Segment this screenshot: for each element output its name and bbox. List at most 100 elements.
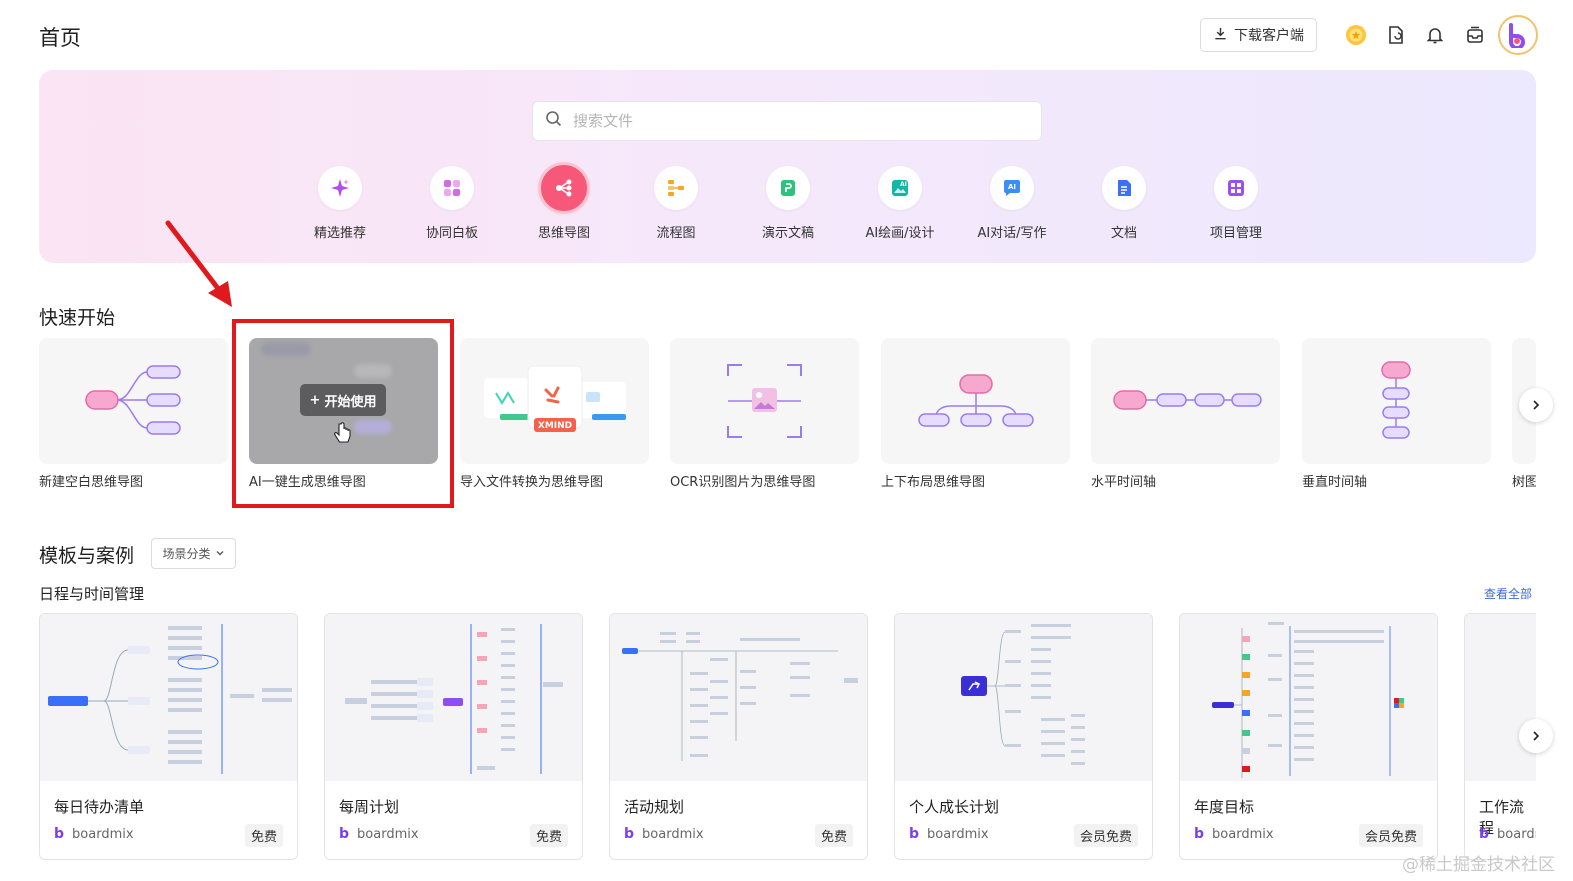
quick-card-label: 导入文件转换为思维导图 xyxy=(460,475,604,490)
annotation-arrow xyxy=(165,220,232,307)
boardmix-logo-icon: b xyxy=(1479,826,1490,842)
template-card[interactable]: 活动规划 b boardmix 免费 xyxy=(609,613,868,860)
xmind-badge: XMIND xyxy=(538,421,572,431)
quick-card-label: 垂直时间轴 xyxy=(1302,475,1368,490)
topdown-preview xyxy=(918,374,1034,427)
ocr-preview xyxy=(727,364,802,438)
quick-card-label: 上下布局思维导图 xyxy=(881,475,986,490)
category-ai-paint[interactable]: AI AI绘画/设计 xyxy=(855,166,945,241)
boardmix-logo-icon: b xyxy=(339,826,350,842)
ai-paint-icon: AI xyxy=(878,166,922,210)
search-box[interactable] xyxy=(532,101,1042,141)
quick-card-blank-mindmap[interactable] xyxy=(39,338,228,464)
template-name: 活动规划 xyxy=(624,798,685,816)
subsection-title: 日程与时间管理 xyxy=(39,585,145,603)
template-author: bboardmix xyxy=(54,826,134,842)
quick-card-label: 树图 xyxy=(1512,475,1536,490)
template-price-badge: 会员免费 xyxy=(1358,824,1423,847)
download-client-button[interactable]: 下载客户端 xyxy=(1200,18,1317,52)
mindmap-preview xyxy=(85,365,181,435)
file-sync-icon[interactable] xyxy=(1385,24,1407,46)
vertical-timeline-preview xyxy=(1381,361,1411,439)
kanban-icon xyxy=(1214,166,1258,210)
boardmix-logo-icon: b xyxy=(909,826,920,842)
view-all-link[interactable]: 查看全部 xyxy=(1484,585,1532,602)
category-ai-chat[interactable]: AI AI对话/写作 xyxy=(967,166,1057,241)
template-card[interactable]: 每日待办清单 b boardmix 免费 xyxy=(39,613,298,860)
template-thumbnail xyxy=(325,614,582,781)
category-label: 项目管理 xyxy=(1209,226,1262,241)
category-project[interactable]: 项目管理 xyxy=(1191,166,1281,241)
category-presentation[interactable]: 演示文稿 xyxy=(743,166,833,241)
flowchart-icon xyxy=(654,166,698,210)
avatar[interactable] xyxy=(1498,15,1538,55)
horizontal-timeline-preview xyxy=(1113,390,1262,410)
boardmix-logo-icon: b xyxy=(1194,826,1205,842)
category-label: 精选推荐 xyxy=(313,226,366,241)
chevron-right-icon xyxy=(1530,727,1542,746)
bell-icon[interactable] xyxy=(1424,24,1446,46)
template-name: 每周计划 xyxy=(339,798,400,816)
coin-icon[interactable] xyxy=(1345,24,1367,46)
template-name: 每日待办清单 xyxy=(54,798,145,816)
scene-filter-label: 场景分类 xyxy=(162,547,211,561)
svg-text:AI: AI xyxy=(900,181,907,188)
category-label: 思维导图 xyxy=(537,226,590,241)
boardmix-logo-icon: b xyxy=(624,826,635,842)
quick-card-topdown[interactable] xyxy=(881,338,1070,464)
template-author: bboardmix xyxy=(1194,826,1274,842)
ai-chat-icon: AI xyxy=(990,166,1034,210)
document-icon xyxy=(1102,166,1146,210)
category-featured[interactable]: 精选推荐 xyxy=(295,166,385,241)
search-input[interactable] xyxy=(573,112,993,130)
whiteboard-icon xyxy=(430,166,474,210)
template-thumbnail xyxy=(1465,614,1536,781)
quick-card-label: OCR识别图片为思维导图 xyxy=(670,475,816,490)
quick-start-title: 快速开始 xyxy=(39,307,116,329)
chevron-down-icon xyxy=(215,547,225,561)
template-card[interactable]: 每周计划 b boardmix 免费 xyxy=(324,613,583,860)
template-name: 年度目标 xyxy=(1194,798,1255,816)
category-mindmap[interactable]: 思维导图 xyxy=(519,162,609,241)
quick-card-import-file[interactable]: XMIND xyxy=(460,338,649,464)
quick-card-horizontal-timeline[interactable] xyxy=(1091,338,1280,464)
quick-card-label: 水平时间轴 xyxy=(1091,475,1157,490)
template-card[interactable]: 个人成长计划 b boardmix 会员免费 xyxy=(894,613,1153,860)
quick-card-ocr[interactable] xyxy=(670,338,859,464)
download-icon xyxy=(1213,26,1228,45)
category-flowchart[interactable]: 流程图 xyxy=(631,166,721,241)
template-thumbnail xyxy=(610,614,867,781)
inbox-icon[interactable] xyxy=(1464,24,1486,46)
category-label: 流程图 xyxy=(656,226,696,241)
category-whiteboard[interactable]: 协同白板 xyxy=(407,166,497,241)
presentation-icon xyxy=(766,166,810,210)
svg-text:AI: AI xyxy=(1008,183,1016,191)
template-thumbnail xyxy=(1180,614,1437,781)
template-thumbnail xyxy=(895,614,1152,781)
template-author: bboardmix xyxy=(909,826,989,842)
quick-card-vertical-timeline[interactable] xyxy=(1302,338,1491,464)
template-thumbnail xyxy=(40,614,297,781)
download-client-label: 下载客户端 xyxy=(1234,28,1304,44)
template-card[interactable]: 年度目标 b boardmix 会员免费 xyxy=(1179,613,1438,860)
template-price-badge: 免费 xyxy=(529,824,568,847)
templates-next-button[interactable] xyxy=(1519,719,1553,753)
category-label: AI绘画/设计 xyxy=(865,226,935,241)
category-label: AI对话/写作 xyxy=(977,226,1047,241)
category-label: 协同白板 xyxy=(425,226,478,241)
highlight-box xyxy=(232,319,454,508)
sparkle-icon xyxy=(318,166,362,210)
template-author: bboardmix xyxy=(1479,826,1536,842)
page-title: 首页 xyxy=(39,26,81,50)
scene-filter-dropdown[interactable]: 场景分类 xyxy=(151,538,236,569)
quick-card-label: 新建空白思维导图 xyxy=(39,475,144,490)
template-name: 个人成长计划 xyxy=(909,798,1000,816)
category-document[interactable]: 文档 xyxy=(1079,166,1169,241)
search-icon xyxy=(545,110,563,132)
chevron-right-icon xyxy=(1530,396,1542,415)
quick-start-next-button[interactable] xyxy=(1519,388,1553,422)
category-banner: 精选推荐 协同白板 思维导图 流程图 演示文稿 xyxy=(39,70,1536,263)
boardmix-logo-icon: b xyxy=(54,826,65,842)
watermark: @稀土掘金技术社区 xyxy=(1402,855,1555,875)
template-price-badge: 免费 xyxy=(244,824,283,847)
